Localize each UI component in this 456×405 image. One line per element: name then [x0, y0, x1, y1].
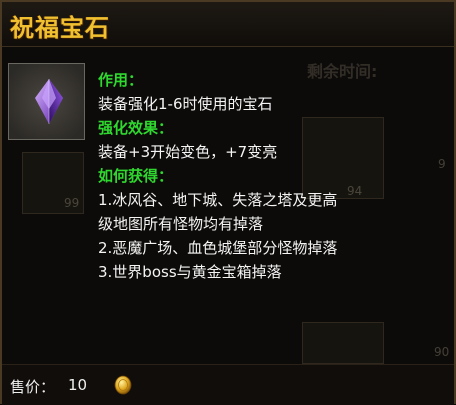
title-bar: 祝福宝石: [2, 2, 454, 47]
purple-gem-icon: [9, 64, 84, 139]
price-label: 售价：: [10, 378, 56, 396]
item-tooltip: 剩余时间: 99 94 9 90 祝福宝石 作用： 装备强化1-6时使用的宝石 …: [0, 0, 456, 405]
section-heading-obtain: 如何获得：: [98, 167, 174, 185]
price-value: 10: [68, 376, 88, 394]
section-text: 级地图所有怪物均有掉落: [98, 215, 264, 233]
item-name: 祝福宝石: [10, 13, 110, 42]
background-count: 90: [434, 345, 450, 359]
section-text: 3.世界boss与黄金宝箱掉落: [98, 263, 282, 281]
background-slot: [302, 322, 384, 364]
gold-coin-icon: [114, 375, 132, 395]
section-text: 1.冰风谷、地下城、失落之塔及更高: [98, 191, 338, 209]
price-bar: 售价： 10: [2, 364, 454, 405]
background-count: 99: [64, 196, 80, 210]
section-text: 装备强化1-6时使用的宝石: [98, 95, 273, 113]
item-description: 作用： 装备强化1-6时使用的宝石 强化效果： 装备+3开始变色，+7变亮 如何…: [98, 68, 443, 284]
section-text: 装备+3开始变色，+7变亮: [98, 143, 278, 161]
item-icon-slot: [8, 63, 85, 140]
section-text: 2.恶魔广场、血色城堡部分怪物掉落: [98, 239, 338, 257]
section-heading-effect: 强化效果：: [98, 119, 174, 137]
section-heading-usage: 作用：: [98, 71, 144, 89]
